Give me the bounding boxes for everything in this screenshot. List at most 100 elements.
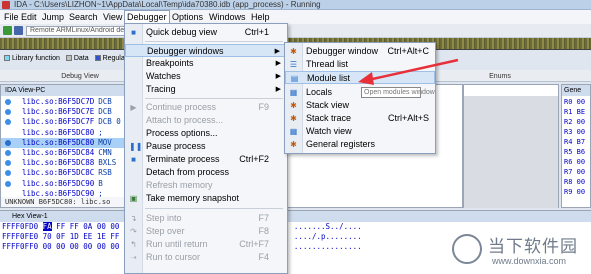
debugger-menu: ■ Quick debug view Ctrl+1 Debugger windo…: [124, 23, 288, 274]
menu-item-run-until-return[interactable]: ↰ Run until return Ctrl+F7: [125, 238, 287, 251]
general-registers-panel: Gene R0 00 R1 BE R2 00 R3 00 R4 B7 R5 B6…: [561, 84, 591, 208]
watermark: 当下软件园 www.downxia.com: [452, 232, 591, 274]
menu-item-terminate-process[interactable]: ■ Terminate process Ctrl+F2: [125, 153, 287, 166]
menu-jump[interactable]: Jump: [40, 10, 66, 24]
menu-item-breakpoints[interactable]: Breakpoints ▶: [125, 57, 287, 70]
legend-swatch-data: [65, 55, 72, 62]
step-over-icon: ↷: [130, 227, 137, 236]
menu-item-step-into[interactable]: ↴ Step into F7: [125, 212, 287, 225]
run-until-return-icon: ↰: [130, 240, 137, 249]
menu-help[interactable]: Help: [249, 10, 272, 24]
step-into-icon: ↴: [130, 214, 137, 223]
menu-item-detach-from-process[interactable]: Detach from process: [125, 166, 287, 179]
register-value[interactable]: R5 B6: [562, 147, 585, 157]
registers-title: Gene: [562, 85, 590, 96]
stack-trace-icon: ✱: [290, 114, 297, 123]
register-value[interactable]: R7 00: [562, 167, 585, 177]
start-process-icon[interactable]: [3, 26, 12, 35]
stack-view-icon: ✱: [290, 101, 297, 110]
breakpoint-slot[interactable]: [5, 130, 11, 136]
menu-item-tracing[interactable]: Tracing ▶: [125, 83, 287, 96]
menu-item-pause-process[interactable]: ❚❚ Pause process: [125, 140, 287, 153]
legend-data: Data: [73, 55, 89, 62]
menu-item-step-over[interactable]: ↷ Step over F8: [125, 225, 287, 238]
locals-icon: ▦: [289, 88, 298, 97]
register-value[interactable]: R1 BE: [562, 107, 585, 117]
pause-icon: ❚❚: [129, 142, 143, 151]
stop-icon: ■: [131, 155, 136, 164]
menu-item-attach-to-process[interactable]: Attach to process...: [125, 114, 287, 127]
enums-panel: [463, 84, 559, 208]
menu-item-refresh-memory[interactable]: Refresh memory: [125, 179, 287, 192]
tab-enums[interactable]: Enums: [470, 71, 530, 82]
bug-icon: ✱: [290, 47, 297, 56]
menu-item-general-registers[interactable]: ✱ General registers: [285, 138, 435, 151]
menu-debugger[interactable]: Debugger: [124, 10, 170, 24]
tab-debug-view[interactable]: Debug View: [40, 71, 120, 82]
debugger-windows-submenu: ✱ Debugger window Ctrl+Alt+C ☰ Thread li…: [284, 42, 436, 154]
menu-item-debugger-window[interactable]: ✱ Debugger window Ctrl+Alt+C: [285, 45, 435, 58]
menu-bar: File Edit Jump Search View Debugger Opti…: [0, 10, 591, 24]
title-bar: IDA - C:\Users\LIZHON~1\AppData\Local\Te…: [0, 0, 591, 10]
legend-library-function: Library function: [12, 55, 60, 62]
run-to-cursor-icon: ➝: [130, 253, 137, 262]
module-list-tooltip: Open modules window: [361, 87, 435, 98]
menu-file[interactable]: File: [2, 10, 21, 24]
module-list-icon: ▤: [290, 74, 299, 83]
window-title: IDA - C:\Users\LIZHON~1\AppData\Local\Te…: [14, 0, 321, 9]
menu-item-continue-process[interactable]: ▶ Continue process F9: [125, 101, 287, 114]
menu-item-run-to-cursor[interactable]: ➝ Run to cursor F4: [125, 251, 287, 264]
breakpoint-icon[interactable]: [5, 160, 11, 167]
menu-view[interactable]: View: [101, 10, 124, 24]
breakpoint-slot[interactable]: [5, 191, 11, 197]
registers-icon: ✱: [290, 140, 297, 149]
register-value[interactable]: R8 00: [562, 177, 585, 187]
pause-icon[interactable]: [14, 26, 23, 35]
register-value[interactable]: R9 00: [562, 187, 585, 197]
breakpoint-icon[interactable]: [5, 180, 11, 187]
thread-list-icon: ☰: [289, 60, 298, 69]
menu-item-quick-debug-view[interactable]: ■ Quick debug view Ctrl+1: [125, 26, 287, 39]
register-value[interactable]: R0 00: [562, 97, 585, 107]
hex-row[interactable]: FFFF0FD0 FA FF FF 0A 00 00 .......S../..…: [0, 222, 591, 232]
watermark-brand: 当下软件园: [488, 237, 578, 256]
menu-item-watches[interactable]: Watches ▶: [125, 70, 287, 83]
register-value[interactable]: R3 00: [562, 127, 585, 137]
debugger-select[interactable]: Remote ARMLinux/Android debugger: [26, 26, 130, 36]
register-value[interactable]: R2 00: [562, 117, 585, 127]
ida-app-icon: [2, 1, 10, 9]
menu-search[interactable]: Search: [67, 10, 100, 24]
menu-windows[interactable]: Windows: [207, 10, 248, 24]
menu-item-thread-list[interactable]: ☰ Thread list: [285, 58, 435, 71]
snapshot-icon: ▣: [129, 194, 138, 203]
menu-options[interactable]: Options: [170, 10, 205, 24]
breakpoint-icon[interactable]: [5, 149, 11, 156]
enums-area: [464, 96, 558, 208]
watermark-url: www.downxia.com: [492, 256, 567, 266]
menu-separator: [145, 41, 283, 42]
menu-item-debugger-windows[interactable]: Debugger windows ▶: [125, 44, 287, 57]
menu-item-module-list[interactable]: ▤ Module list: [285, 71, 435, 84]
menu-separator: [145, 208, 283, 209]
toolbar: Remote ARMLinux/Android debugger: [0, 24, 591, 38]
menu-item-watch-view[interactable]: ▦ Watch view: [285, 125, 435, 138]
watermark-logo-icon: [452, 234, 482, 264]
hex-view-title: Hex View-1: [0, 211, 591, 222]
quick-debug-icon: ■: [131, 28, 136, 37]
register-value[interactable]: R4 B7: [562, 137, 585, 147]
breakpoint-icon[interactable]: [5, 139, 11, 146]
menu-item-stack-view[interactable]: ✱ Stack view: [285, 99, 435, 112]
register-value[interactable]: R6 00: [562, 157, 585, 167]
menu-item-take-memory-snapshot[interactable]: ▣ Take memory snapshot: [125, 192, 287, 205]
breakpoint-icon[interactable]: [5, 99, 11, 105]
play-icon: ▶: [130, 103, 137, 112]
breakpoint-icon[interactable]: [5, 109, 11, 116]
legend-swatch-regular: [94, 55, 101, 62]
submenu-arrow-icon: ▶: [275, 86, 281, 93]
breakpoint-icon[interactable]: [5, 119, 11, 126]
breakpoint-icon[interactable]: [5, 170, 11, 177]
menu-item-stack-trace[interactable]: ✱ Stack trace Ctrl+Alt+S: [285, 112, 435, 125]
menu-item-process-options[interactable]: Process options...: [125, 127, 287, 140]
menu-edit[interactable]: Edit: [19, 10, 39, 24]
menu-separator: [145, 98, 283, 99]
